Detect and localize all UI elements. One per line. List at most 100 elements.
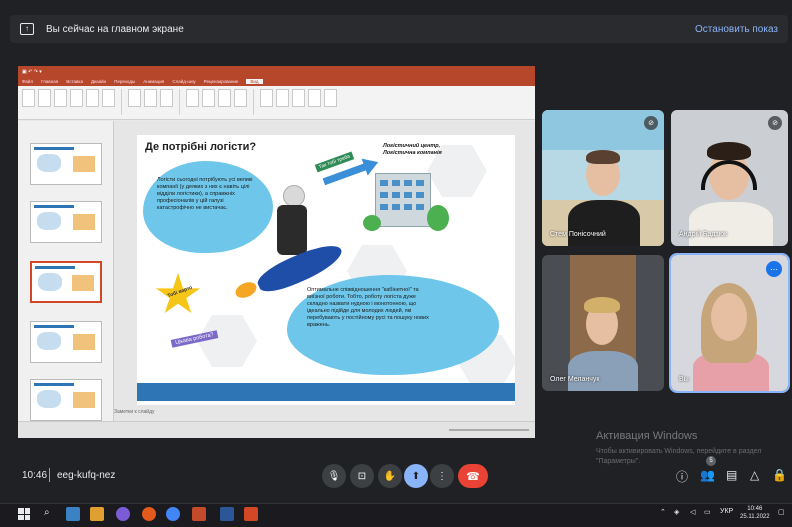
ppt-tab[interactable]: Анимация (143, 79, 164, 84)
ppt-tab-active[interactable]: Вид (246, 79, 263, 84)
cloud-text-2: Оптимальне співвідношення "кабінетної" т… (307, 287, 429, 328)
ribbon-button[interactable] (308, 89, 321, 107)
person-hair (707, 142, 751, 160)
network-icon[interactable]: ◈ (674, 508, 679, 516)
participant-tile-self[interactable]: ⋯ Вы (669, 253, 790, 393)
taskbar-time: 10:46 (747, 506, 763, 512)
building-caption: Логістичний центр, Логістична компанія (383, 143, 442, 156)
present-icon: ⬆ (411, 470, 421, 482)
ppt-tab[interactable]: Файл (22, 79, 33, 84)
ribbon-button[interactable] (102, 89, 115, 107)
ribbon-button[interactable] (292, 89, 305, 107)
ribbon-button[interactable] (144, 89, 157, 107)
pdf-icon[interactable] (244, 507, 258, 521)
language-indicator[interactable]: УКР (720, 508, 733, 515)
chat-icon[interactable]: ▤ (726, 468, 737, 482)
windows-activation-title: Активация Windows (596, 430, 698, 442)
slide-thumbnail[interactable] (30, 143, 102, 185)
ribbon-button[interactable] (218, 89, 231, 107)
participant-tile[interactable]: ⊘ Андрій Бадзюк (671, 110, 788, 246)
info-icon[interactable]: ⓘ (676, 468, 688, 485)
slide-thumbnails (18, 121, 114, 421)
person-face (711, 293, 747, 341)
ppt-tab[interactable]: Главная (41, 79, 58, 84)
raise-hand-button[interactable]: ✋ (378, 464, 402, 488)
banner-text: Вы сейчас на главном экране (46, 23, 184, 35)
task-view-icon[interactable] (66, 507, 80, 521)
powerpoint-icon[interactable] (192, 507, 206, 521)
present-button[interactable]: ⬆ (404, 464, 428, 488)
participant-name: Стем Понісочний (550, 231, 606, 238)
host-controls-icon[interactable]: 🔒 (772, 468, 787, 482)
more-button[interactable]: ⋮ (430, 464, 454, 488)
ribbon-button[interactable] (324, 89, 337, 107)
slide-thumbnail-selected[interactable] (30, 261, 102, 303)
end-call-button[interactable]: ☎ (458, 464, 488, 488)
participant-name: Андрій Бадзюк (679, 231, 728, 238)
participants-badge: 5 (706, 456, 716, 466)
ppt-tab[interactable]: Вставка (66, 79, 83, 84)
headphones-shape (701, 160, 757, 190)
taskbar-clock[interactable]: 10:46 25.11.2022 (740, 505, 770, 521)
ribbon-button[interactable] (186, 89, 199, 107)
ribbon-button[interactable] (276, 89, 289, 107)
ppt-tab[interactable]: Слайд-шоу (172, 79, 195, 84)
battery-icon[interactable]: ▭ (704, 508, 711, 516)
ribbon-button[interactable] (160, 89, 173, 107)
rocket-flame (233, 279, 259, 301)
ribbon-button[interactable] (22, 89, 35, 107)
ribbon-button[interactable] (70, 89, 83, 107)
divider (49, 468, 50, 482)
ribbon-button[interactable] (260, 89, 273, 107)
windows-start-icon[interactable] (18, 508, 30, 520)
ppt-tab[interactable]: Дизайн (91, 79, 106, 84)
volume-icon[interactable]: ◁ (690, 508, 695, 516)
firefox-icon[interactable] (142, 507, 156, 521)
notifications-icon[interactable]: ▢ (778, 508, 785, 516)
ribbon-divider (179, 89, 180, 115)
ppt-tab[interactable]: Переходы (114, 79, 135, 84)
slide-thumbnail[interactable] (30, 321, 102, 363)
participant-tile[interactable]: ⊘ Стем Понісочний (542, 110, 664, 246)
activities-icon[interactable]: △ (750, 468, 759, 482)
participant-tile[interactable]: Олег Меланчук (542, 255, 664, 391)
ribbon-button[interactable] (38, 89, 51, 107)
ribbon-button[interactable] (202, 89, 215, 107)
participant-name: Олег Меланчук (550, 376, 600, 383)
viber-icon[interactable] (116, 507, 130, 521)
meeting-code: eeg-kufq-nez (57, 470, 116, 481)
ppt-tab[interactable]: Рецензирование (204, 79, 239, 84)
captions-button[interactable]: ⊡ (350, 464, 374, 488)
ribbon-button[interactable] (128, 89, 141, 107)
people-icon[interactable]: 👥 (700, 468, 715, 482)
ribbon-button[interactable] (54, 89, 67, 107)
mic-off-icon: ⊘ (644, 116, 658, 130)
slide-notes[interactable]: Заметки к слайду (114, 409, 155, 415)
ribbon-button[interactable] (234, 89, 247, 107)
slide-thumbnail[interactable] (30, 201, 102, 243)
search-icon[interactable]: ⌕ (44, 507, 50, 518)
ribbon-divider (253, 89, 254, 115)
ppt-quick-access: ▣ ↶ ↷ ▾ (22, 68, 42, 75)
chrome-icon[interactable] (166, 507, 180, 521)
present-to-all-icon: ↑ (20, 23, 34, 35)
bg-hexagon (197, 315, 257, 367)
stop-presenting-link[interactable]: Остановить показ (695, 24, 778, 35)
zoom-slider[interactable] (449, 429, 529, 431)
ppt-workspace: Де потрібні логісти? Логісти сьогодні по… (18, 121, 535, 421)
person-body (568, 200, 640, 246)
word-icon[interactable] (220, 507, 234, 521)
tree-shape (427, 205, 449, 231)
tray-arrow-icon[interactable]: ⌃ (660, 508, 666, 516)
file-explorer-icon[interactable] (90, 507, 104, 521)
office-building-image (375, 173, 431, 227)
raise-hand-icon: ✋ (383, 470, 397, 482)
slide-canvas[interactable]: Де потрібні логісти? Логісти сьогодні по… (137, 135, 515, 405)
figure-body (277, 205, 307, 255)
more-options-icon[interactable]: ⋯ (766, 261, 782, 277)
mic-button[interactable]: 🎙 (322, 464, 346, 488)
ribbon-button[interactable] (86, 89, 99, 107)
end-call-icon: ☎ (466, 470, 480, 483)
meeting-time: 10:46 (22, 470, 48, 481)
slide-thumbnail[interactable] (30, 379, 102, 421)
